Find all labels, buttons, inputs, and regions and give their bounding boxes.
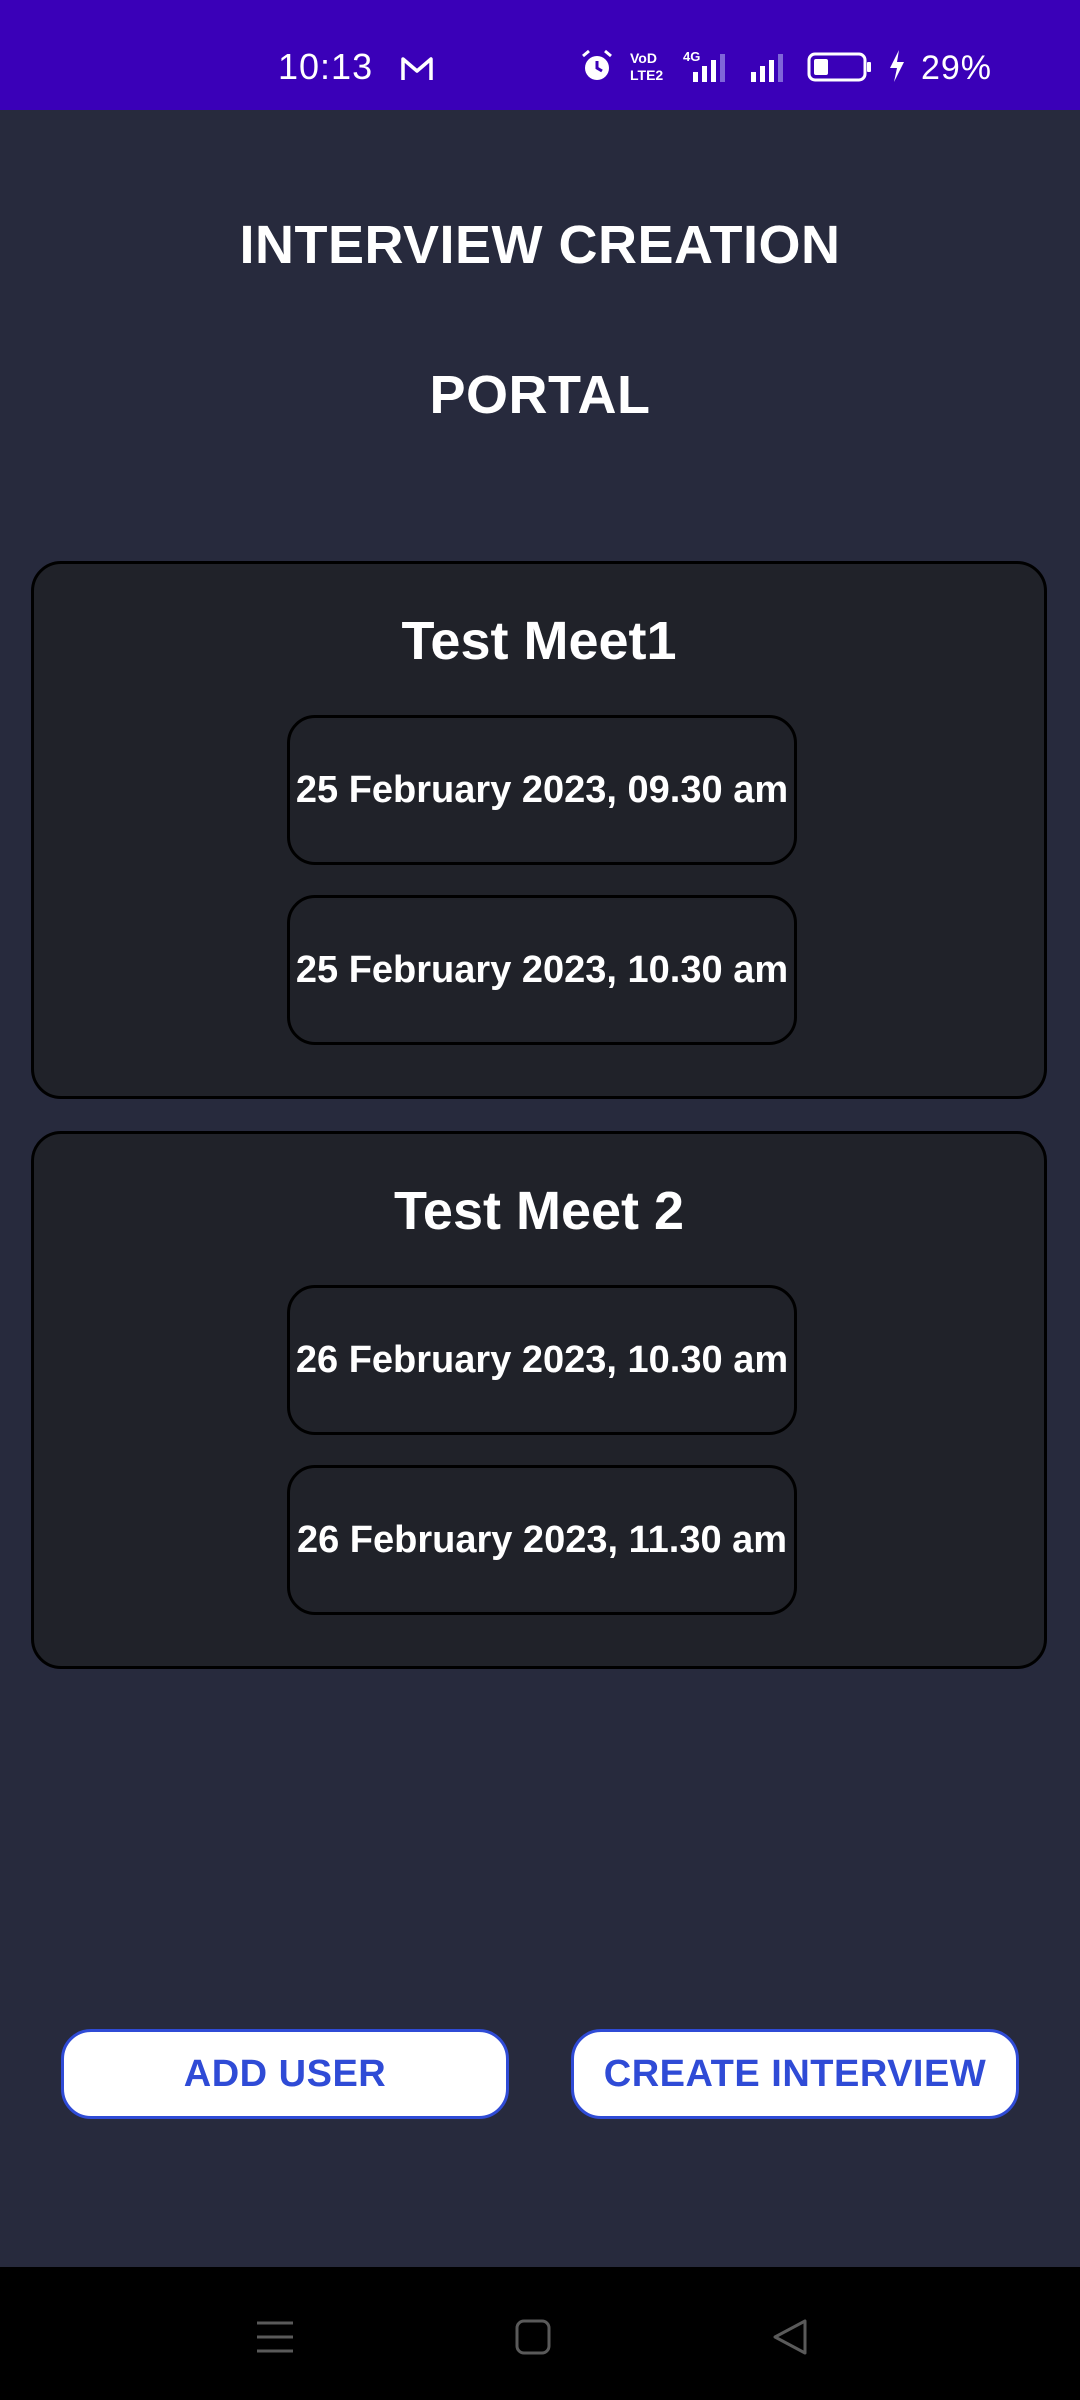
navigation-bar [0, 2267, 1080, 2400]
page-title-line-2: PORTAL [429, 365, 651, 425]
add-user-button[interactable]: ADD USER [61, 2029, 509, 2119]
volte-icon: VoD LTE2 [629, 48, 665, 89]
charging-icon [887, 48, 907, 89]
4g-signal-icon: 4G [679, 48, 735, 89]
meeting-title: Test Meet1 [401, 611, 677, 671]
signal-icon [749, 48, 793, 89]
battery-icon [807, 48, 873, 89]
create-interview-button[interactable]: CREATE INTERVIEW [571, 2029, 1019, 2119]
menu-icon[interactable] [235, 2297, 315, 2377]
status-time: 10:13 [278, 46, 374, 87]
page-title-line-1: INTERVIEW CREATION [239, 215, 841, 275]
svg-text:4G: 4G [683, 49, 700, 64]
meeting-card[interactable]: Test Meet 2 26 February 2023, 10.30 am 2… [31, 1131, 1047, 1669]
meeting-title: Test Meet 2 [393, 1181, 685, 1241]
meeting-slot[interactable]: 26 February 2023, 10.30 am [287, 1285, 797, 1435]
svg-text:VoD: VoD [630, 50, 657, 66]
status-icons: VoD LTE2 4G 29% [579, 48, 992, 89]
back-icon[interactable] [751, 2297, 831, 2377]
gmail-icon [400, 56, 434, 87]
meeting-card[interactable]: Test Meet1 25 February 2023, 09.30 am 25… [31, 561, 1047, 1099]
svg-text:LTE2: LTE2 [630, 67, 663, 83]
meeting-slot[interactable]: 25 February 2023, 09.30 am [287, 715, 797, 865]
alarm-icon [579, 48, 615, 89]
meeting-slot[interactable]: 25 February 2023, 10.30 am [287, 895, 797, 1045]
home-icon[interactable] [493, 2297, 573, 2377]
meeting-slot[interactable]: 26 February 2023, 11.30 am [287, 1465, 797, 1615]
status-bar: 10:13 VoD LTE2 4G 29% [0, 0, 1080, 110]
battery-percent: 29% [920, 49, 992, 87]
